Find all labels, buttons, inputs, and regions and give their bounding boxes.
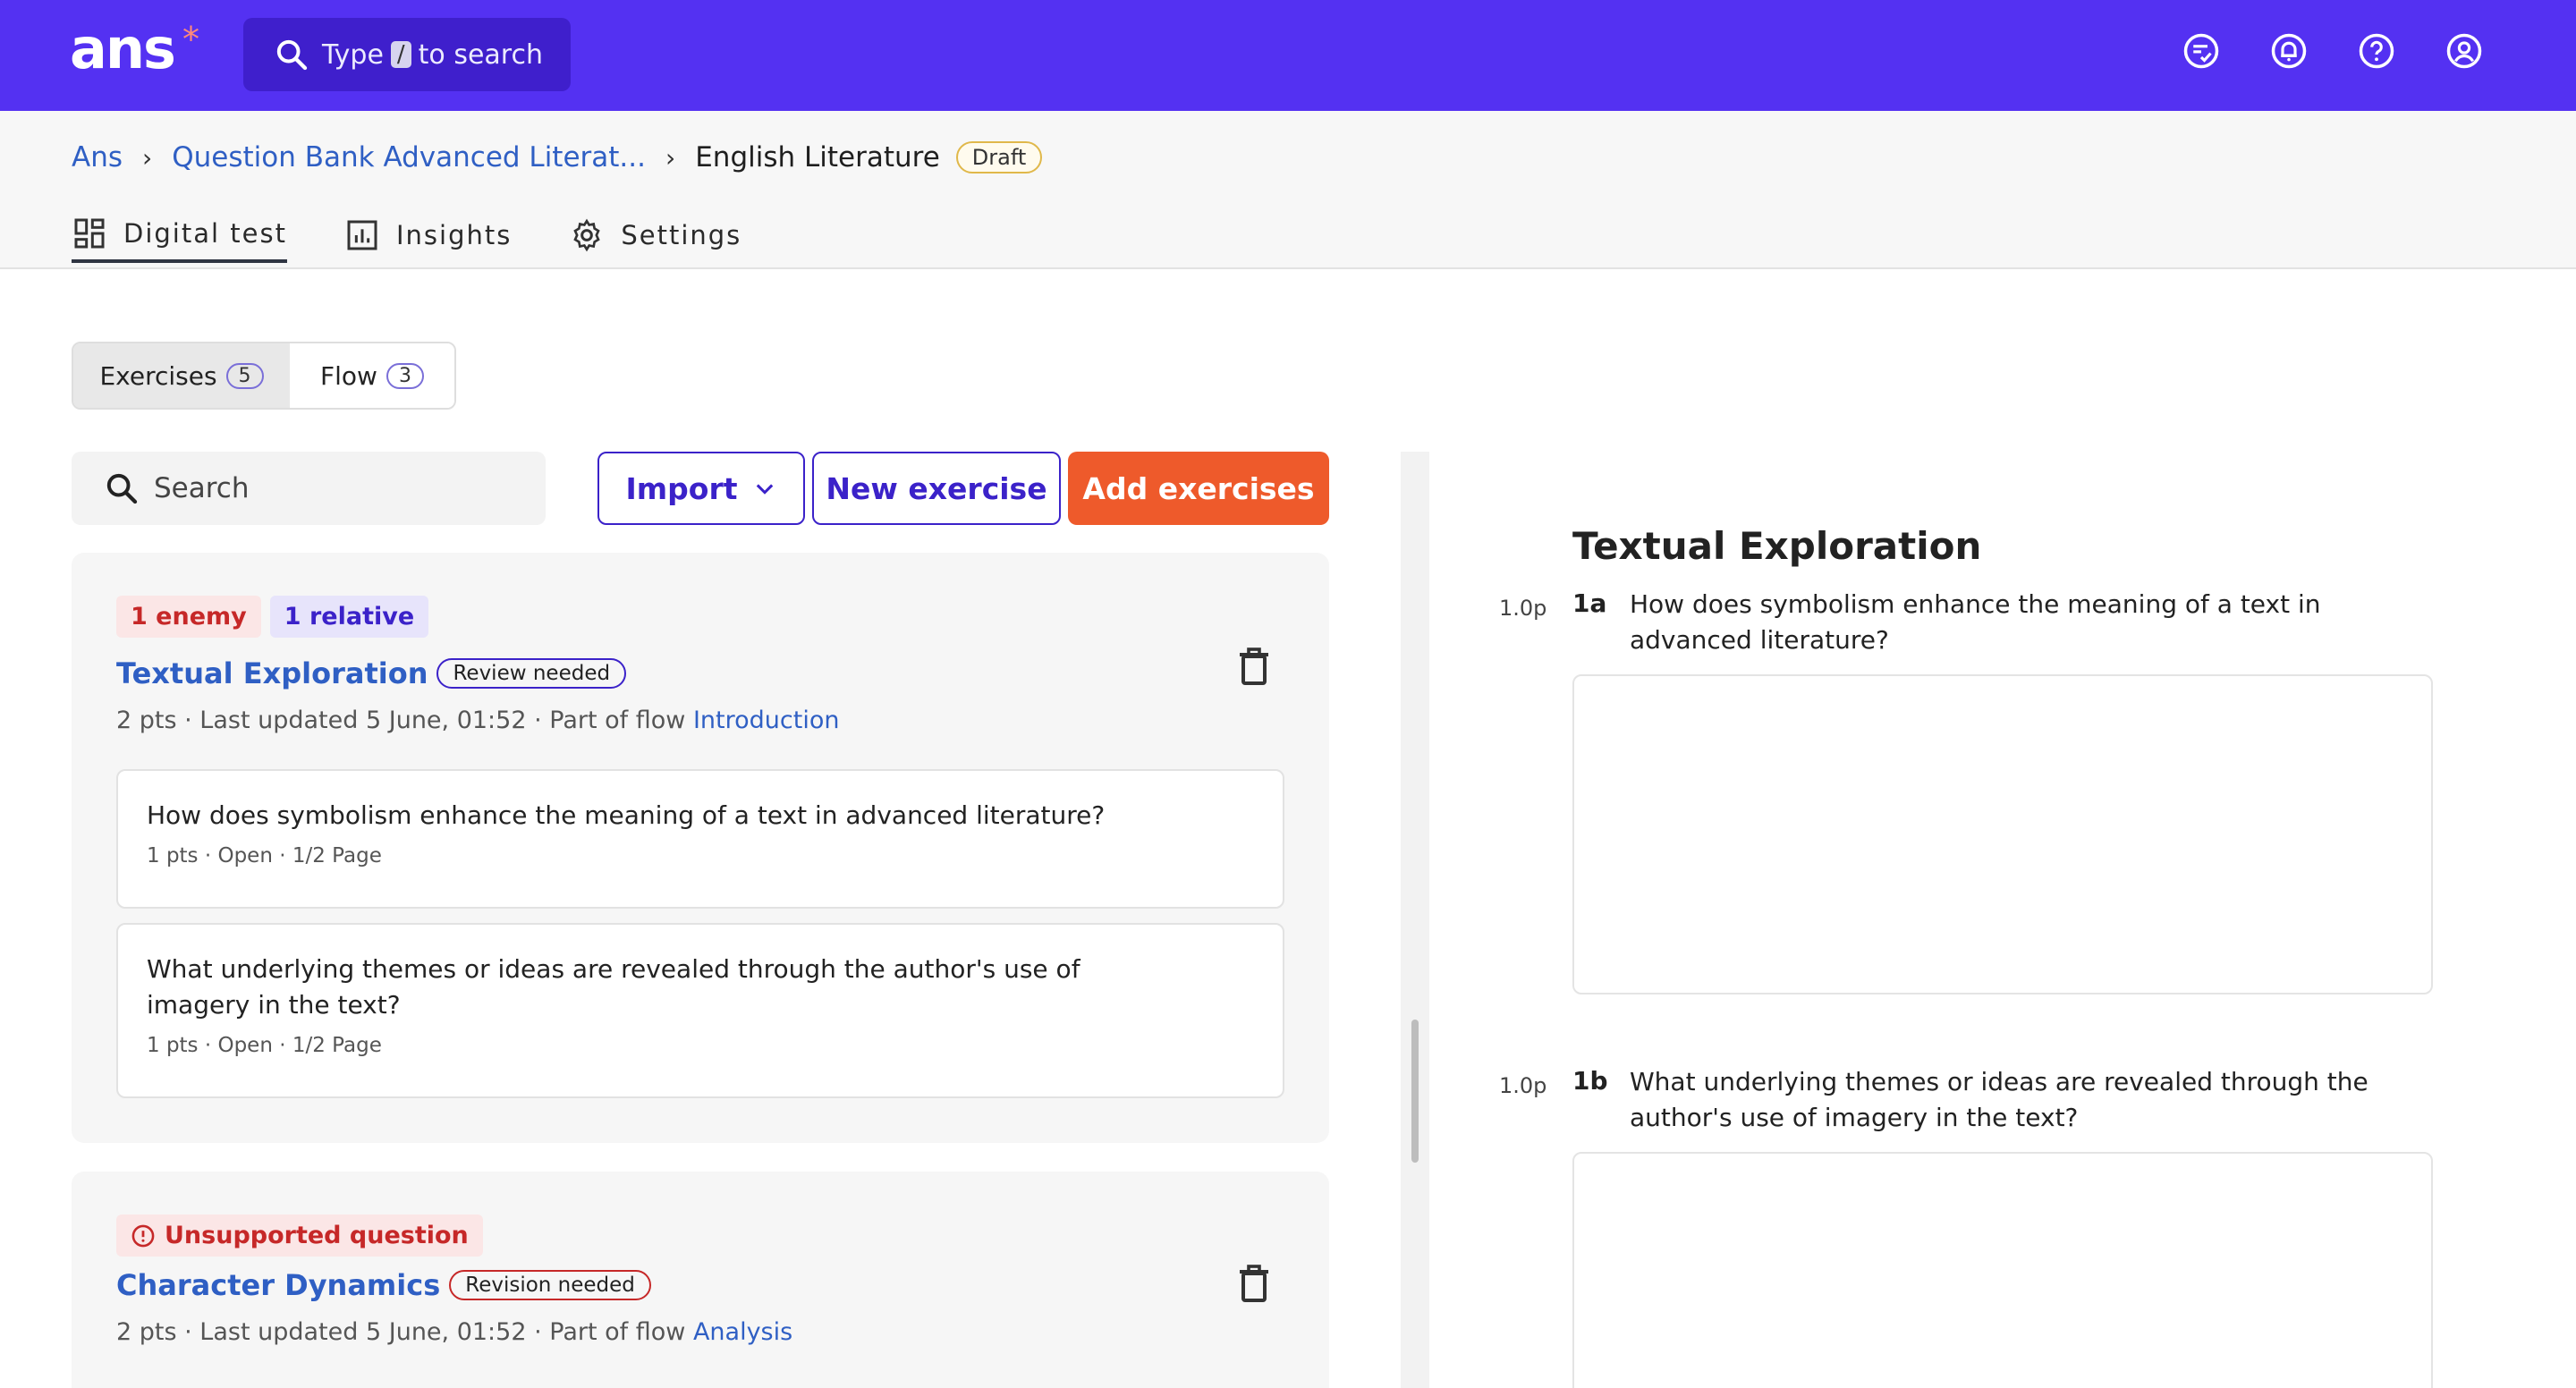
tab-insights[interactable]: Insights bbox=[344, 207, 512, 263]
sub-header: Ans › Question Bank Advanced Literat... … bbox=[0, 111, 2576, 269]
question-item[interactable]: How does symbolism enhance the meaning o… bbox=[116, 769, 1284, 909]
unsupported-label: Unsupported question bbox=[165, 1222, 469, 1249]
status-badge: Review needed bbox=[436, 658, 627, 689]
question-meta: 1 pts · Open · 1/2 Page bbox=[147, 1034, 382, 1057]
draft-badge: Draft bbox=[955, 141, 1043, 174]
top-bar: ans * Type / to search bbox=[0, 0, 2576, 111]
search-suffix: to search bbox=[418, 38, 543, 71]
search-shortcut-key: / bbox=[390, 41, 411, 68]
exercise-meta-text: 2 pts · Last updated 5 June, 01:52 · Par… bbox=[116, 707, 686, 734]
scrollbar-thumb[interactable] bbox=[1411, 1020, 1419, 1163]
question-text: How does symbolism enhance the meaning o… bbox=[147, 800, 1106, 830]
import-button[interactable]: Import bbox=[597, 452, 805, 525]
exercise-title[interactable]: Character Dynamics bbox=[116, 1268, 440, 1302]
preview-title: Textual Exploration bbox=[1572, 524, 1982, 568]
breadcrumb-root[interactable]: Ans bbox=[72, 141, 123, 174]
exercise-meta-text: 2 pts · Last updated 5 June, 01:52 · Par… bbox=[116, 1318, 686, 1346]
panel-divider bbox=[1401, 452, 1429, 1388]
enemy-tag: 1 enemy bbox=[116, 596, 261, 638]
alert-circle-icon bbox=[131, 1224, 155, 1247]
tab-label: Digital test bbox=[123, 218, 287, 249]
app-logo[interactable]: ans bbox=[70, 16, 176, 81]
flow-count-badge: 3 bbox=[386, 362, 424, 389]
gear-icon bbox=[573, 218, 601, 252]
question-number: 1b bbox=[1572, 1066, 1608, 1096]
search-placeholder: Search bbox=[154, 472, 250, 504]
toggle-exercises[interactable]: Exercises 5 bbox=[73, 343, 290, 408]
unsupported-tag: Unsupported question bbox=[116, 1214, 483, 1257]
exercise-title[interactable]: Textual Exploration bbox=[116, 656, 428, 690]
account-icon[interactable] bbox=[2445, 32, 2483, 70]
question-points: 1.0p bbox=[1499, 1073, 1547, 1098]
chevron-right-icon: › bbox=[665, 142, 676, 173]
exercise-card[interactable]: Unsupported question Character Dynamics … bbox=[72, 1172, 1329, 1388]
question-item[interactable]: What underlying themes or ideas are reve… bbox=[116, 923, 1284, 1098]
view-toggle: Exercises 5 Flow 3 bbox=[72, 342, 456, 410]
exercise-search-input[interactable]: Search bbox=[72, 452, 546, 525]
tab-settings[interactable]: Settings bbox=[569, 207, 741, 263]
exercise-meta: 2 pts · Last updated 5 June, 01:52 · Par… bbox=[116, 1318, 792, 1346]
bell-icon[interactable] bbox=[2270, 32, 2308, 70]
question-number: 1a bbox=[1572, 588, 1607, 618]
exercises-count-badge: 5 bbox=[225, 362, 264, 389]
global-search[interactable]: Type / to search bbox=[243, 18, 571, 91]
tab-bar: Digital test Insights Settings bbox=[72, 207, 741, 263]
chart-icon bbox=[347, 220, 377, 250]
status-badge: Revision needed bbox=[449, 1270, 651, 1300]
search-icon bbox=[106, 473, 138, 504]
question-meta: 1 pts · Open · 1/2 Page bbox=[147, 844, 382, 868]
question-text: What underlying themes or ideas are reve… bbox=[1630, 1067, 2368, 1132]
breadcrumb-current: English Literature bbox=[695, 141, 940, 174]
tab-label: Settings bbox=[621, 220, 742, 250]
tab-label: Insights bbox=[395, 220, 513, 250]
exercise-card[interactable]: 1 enemy 1 relative Textual Exploration R… bbox=[72, 553, 1329, 1143]
new-exercise-button[interactable]: New exercise bbox=[812, 452, 1061, 525]
breadcrumb: Ans › Question Bank Advanced Literat... … bbox=[72, 141, 1043, 174]
toggle-flow[interactable]: Flow 3 bbox=[290, 343, 454, 408]
search-icon bbox=[276, 39, 308, 71]
question-text: How does symbolism enhance the meaning o… bbox=[1630, 589, 2321, 655]
chevron-right-icon: › bbox=[142, 142, 153, 173]
breadcrumb-parent[interactable]: Question Bank Advanced Literat... bbox=[172, 141, 646, 174]
logo-star: * bbox=[182, 20, 199, 59]
search-prefix: Type bbox=[322, 38, 384, 71]
chat-check-icon[interactable] bbox=[2182, 32, 2220, 70]
flow-link[interactable]: Analysis bbox=[693, 1318, 792, 1346]
chevron-down-icon bbox=[756, 484, 773, 495]
add-exercises-button[interactable]: Add exercises bbox=[1068, 452, 1329, 525]
help-icon[interactable] bbox=[2358, 32, 2395, 70]
tab-digital-test[interactable]: Digital test bbox=[72, 207, 287, 263]
trash-icon[interactable] bbox=[1236, 647, 1272, 687]
question-points: 1.0p bbox=[1499, 596, 1547, 621]
import-label: Import bbox=[625, 470, 738, 506]
exercise-meta: 2 pts · Last updated 5 June, 01:52 · Par… bbox=[116, 707, 839, 734]
toggle-exercises-label: Exercises bbox=[99, 360, 217, 391]
dashboard-icon bbox=[74, 218, 105, 249]
answer-field[interactable] bbox=[1572, 674, 2433, 994]
answer-field[interactable] bbox=[1572, 1152, 2433, 1388]
flow-link[interactable]: Introduction bbox=[693, 707, 840, 734]
toggle-flow-label: Flow bbox=[320, 360, 377, 391]
trash-icon[interactable] bbox=[1236, 1265, 1272, 1304]
question-text: What underlying themes or ideas are reve… bbox=[147, 954, 1080, 1020]
relative-tag: 1 relative bbox=[269, 596, 429, 638]
